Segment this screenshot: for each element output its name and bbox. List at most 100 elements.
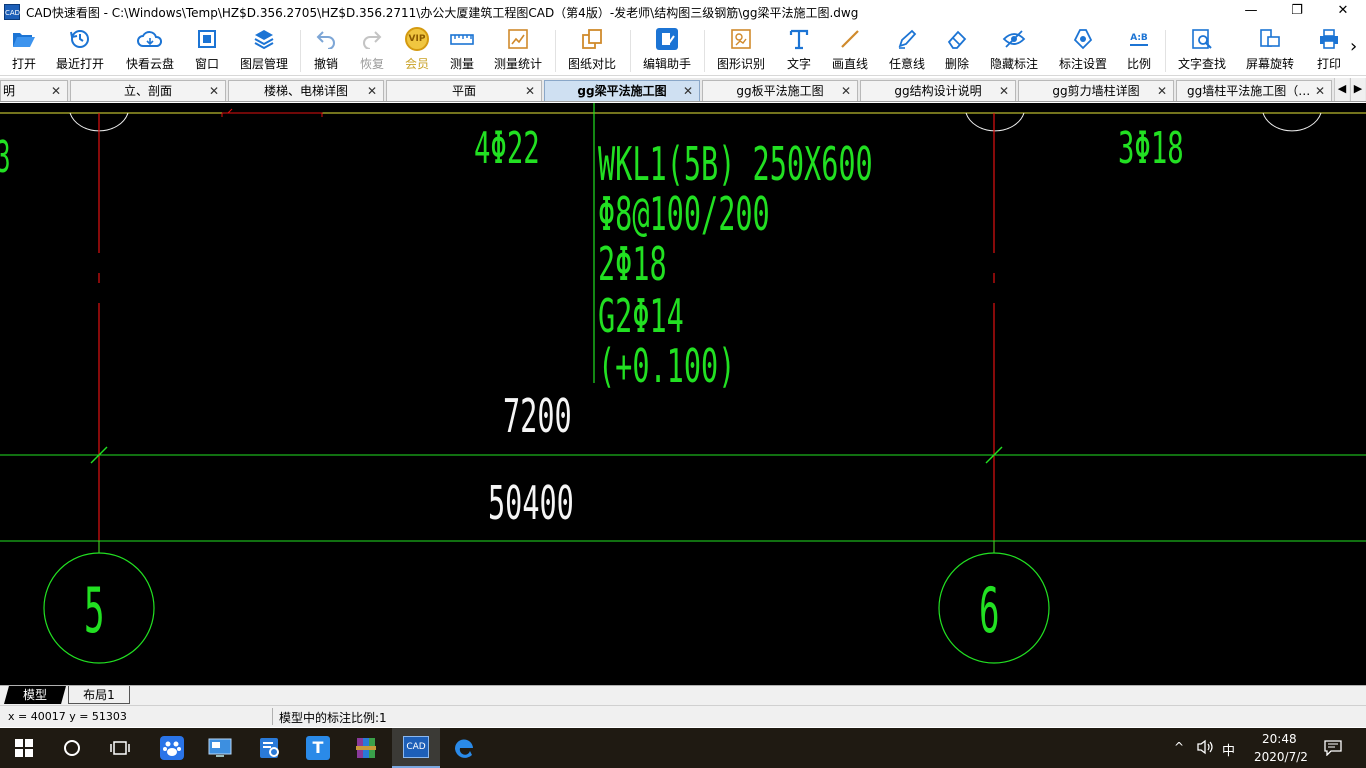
line-tool-icon — [841, 30, 859, 48]
tab-close-icon[interactable]: ✕ — [209, 81, 219, 101]
mark-settings-label: 标注设置 — [1058, 57, 1107, 71]
measure-button[interactable]: 测量 — [447, 24, 477, 76]
measure-stats-label: 测量统计 — [493, 57, 542, 71]
title-bar: CAD CAD快速看图 - C:\Windows\Temp\HZ$D.356.2… — [0, 0, 1366, 24]
restore-button[interactable]: ❐ — [1274, 0, 1320, 24]
tab-close-icon[interactable]: ✕ — [683, 81, 693, 101]
tab-scroll-right-button[interactable]: ▶ — [1350, 78, 1365, 101]
edit-helper-label: 编辑助手 — [642, 57, 691, 71]
tab-close-icon[interactable]: ✕ — [525, 81, 535, 101]
doc-tab[interactable]: 平面 ✕ — [386, 80, 542, 101]
text-button[interactable]: 文字 — [784, 24, 814, 76]
compare-icon — [582, 29, 602, 49]
doc-tab[interactable]: 立、剖面 ✕ — [70, 80, 226, 101]
shape-recog-button[interactable]: 图形识别 — [715, 24, 767, 76]
printer-icon — [1320, 29, 1338, 49]
tray-chevron-icon[interactable]: ^ — [1174, 740, 1184, 754]
ime-indicator[interactable]: 中 — [1222, 740, 1235, 759]
doc-tab[interactable]: 明 ✕ — [0, 80, 68, 101]
cursor-coordinates: x = 40017 y = 51303 — [8, 710, 127, 723]
find-text-button[interactable]: 文字查找 — [1176, 24, 1228, 76]
clock-time[interactable]: 20:48 — [1262, 732, 1297, 746]
open-button[interactable]: 打开 — [6, 24, 42, 76]
start-button[interactable] — [0, 728, 48, 768]
hide-mark-button[interactable]: 隐藏标注 — [988, 24, 1040, 76]
measure-stats-button[interactable]: 测量统计 — [492, 24, 544, 76]
drawing-canvas[interactable]: 3 4Φ22 3Φ18 WKL1(5B) 250X600 Φ8@100/200 … — [0, 103, 1366, 685]
doc-tab[interactable]: 楼梯、电梯详图 ✕ — [228, 80, 384, 101]
notification-icon[interactable] — [1324, 740, 1342, 759]
tab-close-icon[interactable]: ✕ — [999, 81, 1009, 101]
volume-icon[interactable] — [1196, 739, 1214, 758]
line-label: 画直线 — [831, 57, 868, 71]
recent-button[interactable]: 最近打开 — [54, 24, 106, 76]
app-icon: CAD — [4, 4, 20, 20]
red-annotation-mark — [221, 108, 323, 117]
scale-label: 比例 — [1126, 57, 1151, 71]
window-button[interactable]: 窗口 — [192, 24, 222, 76]
layout-tabs: 模型 布局1 — [0, 685, 1366, 705]
tab-close-icon[interactable]: ✕ — [841, 81, 851, 101]
doc-tab[interactable]: gg剪力墙柱详图 ✕ — [1018, 80, 1174, 101]
ruler-icon — [450, 34, 474, 45]
rebar-right-label: 3Φ18 — [1118, 123, 1184, 174]
winrar-icon — [356, 738, 376, 758]
mark-settings-button[interactable]: 标注设置 — [1057, 24, 1109, 76]
scale-button[interactable]: A:B 比例 — [1124, 24, 1154, 76]
taskbar-app-t[interactable]: T — [294, 728, 342, 768]
document-tabs: 明 ✕ 立、剖面 ✕ 楼梯、电梯详图 ✕ 平面 ✕ gg梁平法施工图 ✕ gg板平法施工图… — [0, 78, 1366, 102]
tab-scroll-left-button[interactable]: ◀ — [1334, 78, 1349, 101]
tab-close-icon[interactable]: ✕ — [1315, 81, 1325, 101]
tab-label: 平面 — [451, 84, 476, 98]
vip-button[interactable]: VIP 会员 — [402, 24, 432, 76]
erase-button[interactable]: 删除 — [942, 24, 972, 76]
speaker-icon — [1197, 739, 1213, 755]
taskbar-app-archive[interactable] — [342, 728, 390, 768]
axis-label-6: 6 — [979, 574, 1000, 647]
vip-label: 会员 — [404, 57, 429, 71]
taskbar-app-reader[interactable] — [246, 728, 294, 768]
search-button[interactable] — [48, 728, 96, 768]
doc-tab[interactable]: gg墙柱平法施工图（… ✕ — [1176, 80, 1332, 101]
clock-date[interactable]: 2020/7/2 — [1254, 750, 1308, 764]
compare-button[interactable]: 图纸对比 — [566, 24, 618, 76]
doc-tab-active[interactable]: gg梁平法施工图 ✕ — [544, 80, 700, 101]
status-divider — [272, 708, 273, 725]
tab-close-icon[interactable]: ✕ — [51, 81, 61, 101]
tab-layout1[interactable]: 布局1 — [68, 686, 130, 704]
edge-text: 3 — [0, 136, 11, 180]
tab-label: gg梁平法施工图 — [577, 84, 667, 98]
freeline-button[interactable]: 任意线 — [887, 24, 927, 76]
cloud-button[interactable]: 快看云盘 — [124, 24, 176, 76]
minimize-button[interactable]: — — [1228, 0, 1274, 24]
folder-open-icon — [13, 33, 35, 47]
taskbar-app-baidu[interactable] — [148, 728, 196, 768]
doc-tab[interactable]: gg板平法施工图 ✕ — [702, 80, 858, 101]
rotate-button[interactable]: 屏幕旋转 — [1244, 24, 1296, 76]
tab-label: 立、剖面 — [123, 84, 172, 98]
tab-label: gg板平法施工图 — [736, 84, 824, 98]
open-label: 打开 — [11, 57, 36, 71]
line-button[interactable]: 画直线 — [829, 24, 871, 76]
taskbar-app-edge[interactable] — [440, 728, 488, 768]
task-view-button[interactable] — [96, 728, 144, 768]
layers-button[interactable]: 图层管理 — [238, 24, 290, 76]
tab-close-icon[interactable]: ✕ — [1157, 81, 1167, 101]
redo-button[interactable]: 恢复 — [357, 24, 387, 76]
tab-close-icon[interactable]: ✕ — [367, 81, 377, 101]
shape-recog-label: 图形识别 — [716, 57, 765, 71]
edit-helper-button[interactable]: 编辑助手 — [641, 24, 693, 76]
status-bar: x = 40017 y = 51303 模型中的标注比例:1 — [0, 705, 1366, 727]
doc-tab[interactable]: gg结构设计说明 ✕ — [860, 80, 1016, 101]
taskbar-app-control[interactable] — [196, 728, 244, 768]
measure-label: 测量 — [449, 57, 474, 71]
tab-label: gg墙柱平法施工图（… — [1187, 84, 1311, 98]
print-button[interactable]: 打印 — [1314, 24, 1344, 76]
system-tray: ^ 中 20:48 2020/7/2 — [1166, 728, 1366, 768]
close-button[interactable]: ✕ — [1320, 0, 1366, 24]
beam-spec-line-1: WKL1(5B) 250X600 — [598, 137, 873, 191]
undo-button[interactable]: 撤销 — [311, 24, 341, 76]
toolbar-more-button[interactable]: › — [1350, 36, 1364, 57]
taskbar-app-cad[interactable]: CAD — [392, 728, 440, 768]
tab-model[interactable]: 模型 — [4, 686, 66, 704]
